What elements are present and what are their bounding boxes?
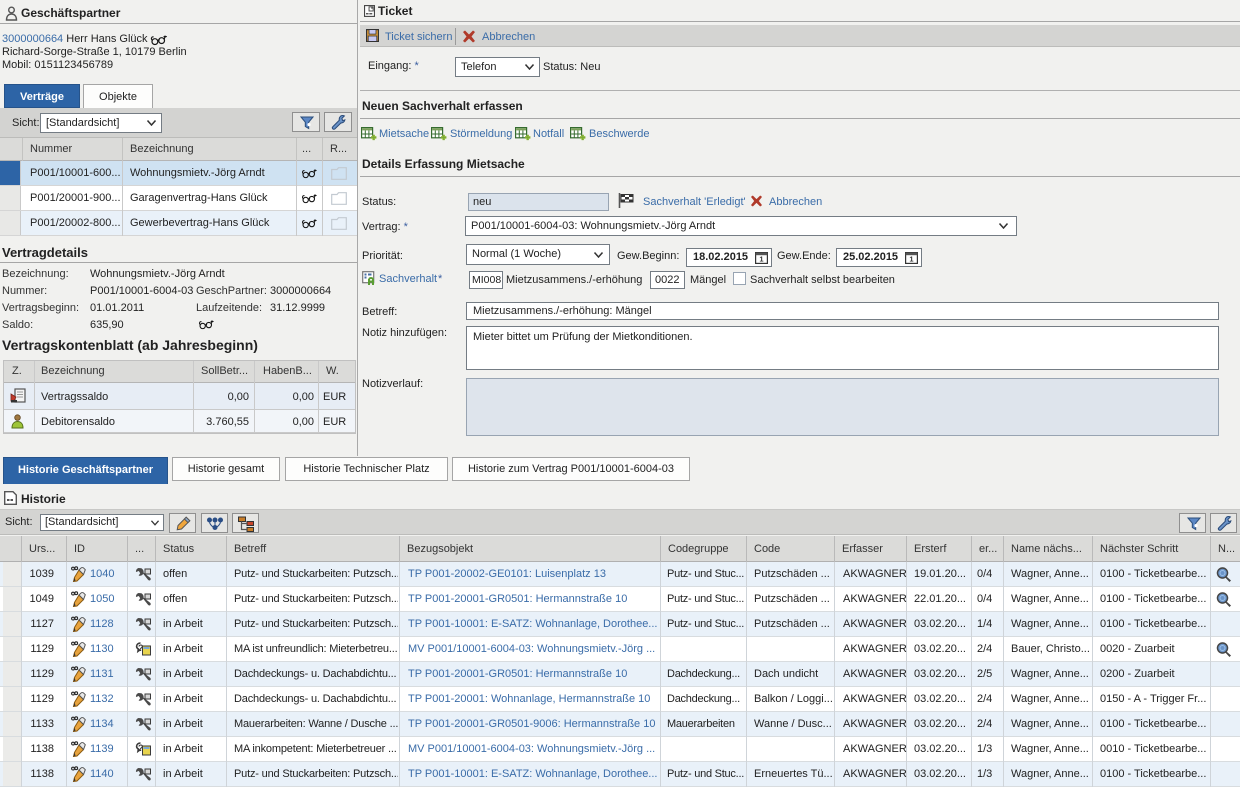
svg-text:1: 1 [759, 255, 763, 264]
svg-text:1: 1 [909, 255, 913, 264]
